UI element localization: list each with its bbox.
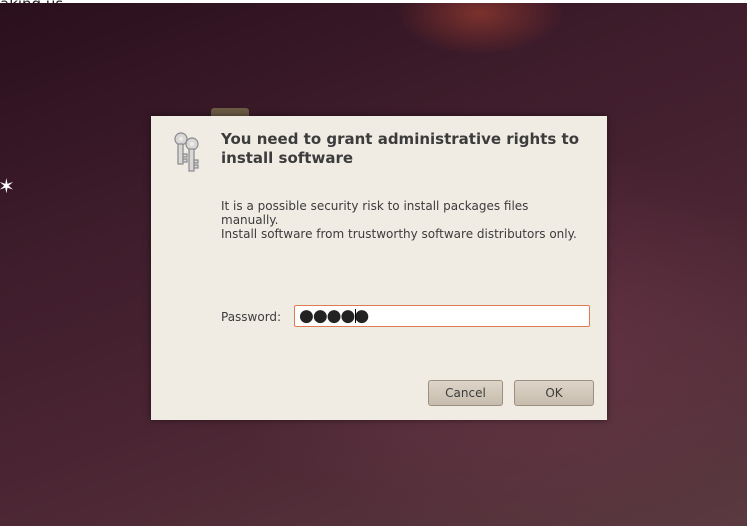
mouse-cursor-icon: ✶	[0, 174, 15, 198]
text-caret	[355, 309, 356, 323]
password-label: Password:	[221, 310, 282, 324]
desktop-background: ✶ You need to grant administrative right…	[0, 3, 747, 526]
password-masked-value: ●●●●●	[299, 306, 369, 326]
dialog-title: You need to grant administrative rights …	[221, 130, 580, 167]
cancel-button[interactable]: Cancel	[428, 380, 503, 406]
password-input[interactable]: ●●●●●	[294, 305, 590, 327]
authentication-dialog: You need to grant administrative rights …	[151, 116, 607, 420]
ok-button[interactable]: OK	[514, 380, 594, 406]
message-line: It is a possible security risk to instal…	[221, 199, 529, 213]
message-line: Install software from trustworthy softwa…	[221, 227, 577, 241]
keys-icon	[174, 132, 199, 172]
dialog-message: It is a possible security risk to instal…	[221, 199, 601, 241]
message-line: manually.	[221, 213, 279, 227]
